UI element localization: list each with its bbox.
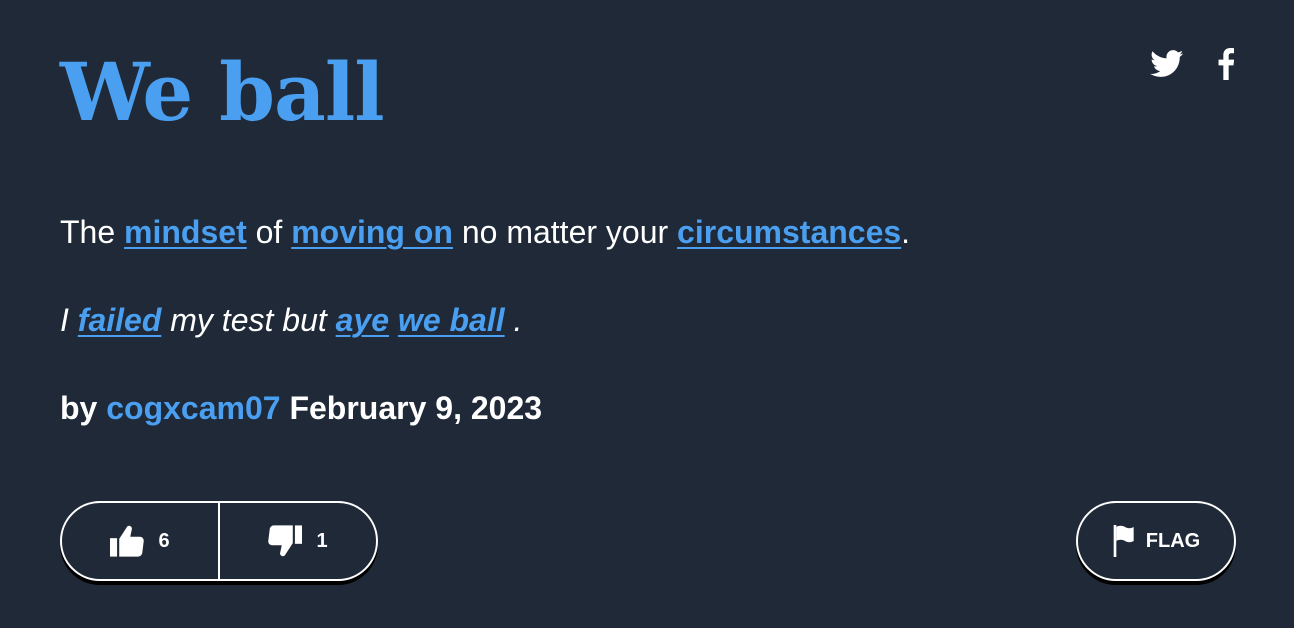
twitter-share-button[interactable]	[1150, 50, 1184, 78]
meaning-link-moving-on[interactable]: moving on	[291, 214, 453, 250]
facebook-icon	[1218, 48, 1234, 80]
example-text	[389, 302, 398, 338]
upvote-button[interactable]: 6	[62, 503, 218, 579]
meaning-text: The	[60, 214, 125, 250]
thumbs-down-icon	[268, 525, 303, 557]
word-title[interactable]: We ball	[60, 42, 385, 142]
meaning-text: .	[901, 214, 911, 250]
flag-icon	[1113, 525, 1134, 557]
meaning-text: of	[246, 214, 292, 250]
by-label: by	[60, 390, 107, 426]
flag-button[interactable]: FLAG	[1076, 501, 1236, 581]
definition-example: I failed my test but aye we ball .	[60, 296, 522, 344]
downvote-count: 1	[316, 529, 328, 552]
vote-buttons: 6 1	[60, 501, 378, 581]
example-link-failed[interactable]: failed	[78, 302, 162, 338]
meaning-text: no matter your	[452, 214, 678, 250]
example-link-we-ball[interactable]: we ball	[398, 302, 505, 338]
meaning-link-circumstances[interactable]: circumstances	[677, 214, 901, 250]
upvote-count: 6	[158, 529, 170, 552]
definition-meaning: The mindset of moving on no matter your …	[60, 208, 910, 256]
thumbs-up-icon	[110, 525, 145, 557]
flag-label: FLAG	[1145, 529, 1201, 552]
post-date: February 9, 2023	[280, 390, 543, 426]
twitter-icon	[1150, 50, 1184, 77]
contributor-line: by cogxcam07 February 9, 2023	[60, 384, 542, 432]
example-text: my test but	[161, 302, 336, 338]
example-text: I	[60, 302, 78, 338]
definition-card: We ball The mindset of moving on no matt…	[0, 0, 1294, 628]
author-link[interactable]: cogxcam07	[106, 390, 280, 426]
example-link-aye[interactable]: aye	[336, 302, 389, 338]
facebook-share-button[interactable]	[1218, 48, 1234, 80]
downvote-button[interactable]: 1	[220, 503, 376, 579]
meaning-link-mindset[interactable]: mindset	[124, 214, 247, 250]
share-buttons	[1150, 48, 1234, 80]
example-text: .	[504, 302, 523, 338]
